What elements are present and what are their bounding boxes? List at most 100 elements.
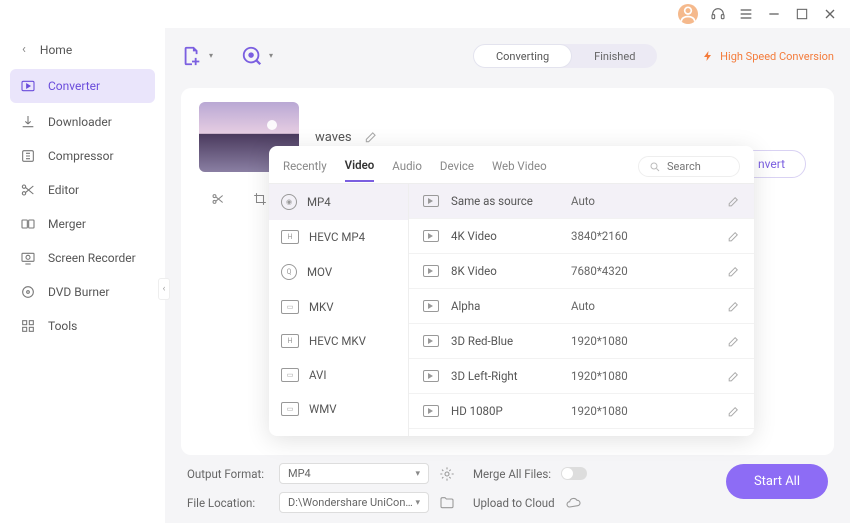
edit-preset-icon[interactable] xyxy=(727,300,740,313)
output-format-value: MP4 xyxy=(288,467,311,480)
close-icon[interactable] xyxy=(822,6,838,22)
tab-web-video[interactable]: Web Video xyxy=(492,159,547,181)
format-icon: H xyxy=(281,230,299,244)
format-hevc-mkv[interactable]: H HEVC MKV xyxy=(269,324,408,358)
headset-icon[interactable] xyxy=(710,6,726,22)
sidebar-item-dvd-burner[interactable]: DVD Burner xyxy=(0,275,165,309)
edit-preset-icon[interactable] xyxy=(727,265,740,278)
sidebar-item-merger[interactable]: Merger xyxy=(0,207,165,241)
preset-row[interactable]: HD 1080P1920*1080 xyxy=(409,394,754,429)
sidebar-item-label: Tools xyxy=(48,319,77,333)
minimize-icon[interactable] xyxy=(766,6,782,22)
format-avi[interactable]: ▭AVI xyxy=(269,358,408,392)
preset-row[interactable]: 4K Video3840*2160 xyxy=(409,219,754,254)
tab-converting[interactable]: Converting xyxy=(473,44,572,68)
format-search-input[interactable] xyxy=(667,160,727,173)
merge-label: Merge All Files: xyxy=(473,467,551,481)
merger-icon xyxy=(20,216,36,232)
add-dvd-button[interactable]: ▾ xyxy=(241,45,263,67)
edit-preset-icon[interactable] xyxy=(727,370,740,383)
video-icon xyxy=(423,265,439,277)
preset-row[interactable]: HD 720P1280*720 xyxy=(409,429,754,436)
format-label: MP4 xyxy=(307,195,331,209)
format-hevc-mp4[interactable]: HHEVC MP4 xyxy=(269,220,408,254)
edit-preset-icon[interactable] xyxy=(727,230,740,243)
sidebar-item-screen-recorder[interactable]: Screen Recorder xyxy=(0,241,165,275)
sidebar-item-tools[interactable]: Tools xyxy=(0,309,165,343)
edit-preset-icon[interactable] xyxy=(727,335,740,348)
sidebar-home[interactable]: ‹ Home xyxy=(0,32,165,67)
format-icon: ▭ xyxy=(281,300,299,314)
tab-audio[interactable]: Audio xyxy=(392,159,422,181)
preset-resolution: 7680*4320 xyxy=(571,264,727,278)
status-segment: Converting Finished xyxy=(473,44,657,68)
crop-icon[interactable] xyxy=(253,192,267,206)
format-label: WMV xyxy=(309,402,337,416)
high-speed-toggle[interactable]: High Speed Conversion xyxy=(702,50,834,63)
format-icon: H xyxy=(281,334,299,348)
folder-icon[interactable] xyxy=(439,495,455,511)
menu-icon[interactable] xyxy=(738,6,754,22)
video-icon xyxy=(423,405,439,417)
preset-name: Alpha xyxy=(451,299,571,313)
add-file-button[interactable]: ▾ xyxy=(181,45,203,67)
sidebar-item-downloader[interactable]: Downloader xyxy=(0,105,165,139)
sidebar-item-compressor[interactable]: Compressor xyxy=(0,139,165,173)
edit-preset-icon[interactable] xyxy=(727,405,740,418)
tab-video[interactable]: Video xyxy=(345,158,375,182)
format-mov[interactable]: QMOV xyxy=(269,254,408,290)
sidebar-item-converter[interactable]: Converter xyxy=(10,69,155,103)
format-label: HEVC MKV xyxy=(309,334,366,348)
tab-recently[interactable]: Recently xyxy=(283,159,327,181)
edit-preset-icon[interactable] xyxy=(727,195,740,208)
preset-resolution: 1920*1080 xyxy=(571,369,727,383)
preset-row[interactable]: Same as sourceAuto xyxy=(409,184,754,219)
start-all-button[interactable]: Start All xyxy=(726,464,828,499)
preset-name: 3D Left-Right xyxy=(451,369,571,383)
settings-icon[interactable] xyxy=(439,466,455,482)
video-icon xyxy=(423,300,439,312)
recorder-icon xyxy=(20,250,36,266)
sidebar-item-label: Editor xyxy=(48,183,79,197)
format-label: MKV xyxy=(309,300,334,314)
preset-resolution: 1920*1080 xyxy=(571,334,727,348)
disc-icon xyxy=(20,284,36,300)
search-icon xyxy=(649,161,661,173)
format-popover: Recently Video Audio Device Web Video ◉ M… xyxy=(269,146,754,436)
scissors-icon xyxy=(20,182,36,198)
preset-row[interactable]: 3D Red-Blue1920*1080 xyxy=(409,324,754,359)
tab-device[interactable]: Device xyxy=(440,159,474,181)
sidebar-item-editor[interactable]: Editor xyxy=(0,173,165,207)
preset-row[interactable]: 8K Video7680*4320 xyxy=(409,254,754,289)
video-icon xyxy=(423,370,439,382)
merge-toggle[interactable] xyxy=(561,467,587,480)
trim-icon[interactable] xyxy=(211,192,225,206)
lightning-icon xyxy=(702,50,714,62)
format-wmv[interactable]: ▭WMV xyxy=(269,392,408,426)
format-m4v[interactable]: ▭M4V xyxy=(269,426,408,436)
format-icon: ◉ xyxy=(281,194,297,210)
preset-row[interactable]: AlphaAuto xyxy=(409,289,754,324)
chevron-down-icon: ▾ xyxy=(415,498,420,508)
content-card: waves nvert Recently Video Audio Device … xyxy=(181,88,834,455)
user-avatar[interactable] xyxy=(678,4,698,24)
file-location-select[interactable]: D:\Wondershare UniConverter 1▾ xyxy=(279,492,429,513)
format-mkv[interactable]: ▭ MKV xyxy=(269,290,408,324)
download-icon xyxy=(20,114,36,130)
preset-resolution: Auto xyxy=(571,194,727,208)
rename-icon[interactable] xyxy=(364,130,378,144)
format-mp4[interactable]: ◉ MP4 xyxy=(269,184,408,220)
preset-name: 8K Video xyxy=(451,264,571,278)
maximize-icon[interactable] xyxy=(794,6,810,22)
chevron-down-icon: ▾ xyxy=(209,51,213,60)
cloud-icon[interactable] xyxy=(565,495,581,511)
video-name: waves xyxy=(315,130,352,145)
video-icon xyxy=(423,195,439,207)
preset-row[interactable]: 3D Left-Right1920*1080 xyxy=(409,359,754,394)
tab-finished[interactable]: Finished xyxy=(572,44,657,68)
format-search[interactable] xyxy=(638,156,740,177)
preset-name: 3D Red-Blue xyxy=(451,334,571,348)
sidebar-item-label: Converter xyxy=(48,79,100,93)
output-format-select[interactable]: MP4▾ xyxy=(279,463,429,484)
preset-name: HD 1080P xyxy=(451,404,571,418)
